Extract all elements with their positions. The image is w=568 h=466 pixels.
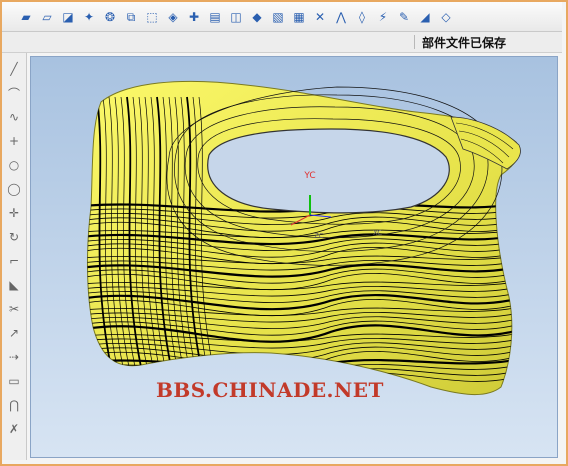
status-message: 部件文件已保存: [422, 36, 507, 50]
line-icon[interactable]: ╱: [6, 61, 22, 77]
law-extension-icon[interactable]: ✕: [312, 9, 328, 25]
spline-icon[interactable]: ∿: [6, 109, 22, 125]
offset-surface-icon[interactable]: ⧉: [123, 9, 139, 25]
status-bar: 部件文件已保存: [2, 32, 562, 53]
n-sided-surface-icon[interactable]: ◆: [249, 9, 265, 25]
extend-curve-icon[interactable]: ↗: [6, 325, 22, 341]
point-icon[interactable]: +: [6, 133, 22, 149]
face-analysis-icon[interactable]: ◇: [438, 9, 454, 25]
axis-label-xc: XC: [373, 229, 382, 237]
curve-toolbar: ╱ ⌒ ∿ + ○ ◯ ✛ ↻ ⌐ ◣ ✂ ↗ ⇢ ▭ ⋂ ✗: [2, 53, 27, 460]
sweep-icon[interactable]: ▰: [18, 9, 34, 25]
circle-icon[interactable]: ○: [6, 157, 22, 173]
sew-icon[interactable]: ◈: [165, 9, 181, 25]
section-icon[interactable]: ▤: [207, 9, 223, 25]
point-set-icon[interactable]: ✛: [6, 205, 22, 221]
bridge-icon[interactable]: ◫: [228, 9, 244, 25]
studio-surface-icon[interactable]: ▦: [291, 9, 307, 25]
offset-curve-icon[interactable]: ⇢: [6, 349, 22, 365]
chamfer-icon[interactable]: ◣: [6, 277, 22, 293]
extract-icon[interactable]: ✚: [186, 9, 202, 25]
status-separator: [414, 35, 415, 49]
curvature-icon[interactable]: ✎: [396, 9, 412, 25]
highlight-lines-icon[interactable]: ◢: [417, 9, 433, 25]
rotate-view-icon[interactable]: ↻: [6, 229, 22, 245]
handle-opening: [207, 128, 450, 214]
trim-body-icon[interactable]: ⬚: [144, 9, 160, 25]
styled-blend-icon[interactable]: ◊: [354, 9, 370, 25]
variational-sweep-icon[interactable]: ✦: [81, 9, 97, 25]
arc-icon[interactable]: ⌒: [6, 85, 22, 101]
silhouette-flange-icon[interactable]: ⋀: [333, 9, 349, 25]
intersect-curve-icon[interactable]: ✗: [6, 421, 22, 437]
axis-label-yc: YC: [303, 171, 315, 181]
fillet-icon[interactable]: ⌐: [6, 253, 22, 269]
swept-surface-icon[interactable]: ▱: [39, 9, 55, 25]
watermark: BBS.CHINADE.NET: [156, 378, 384, 402]
reflection-analysis-icon[interactable]: ⚡: [375, 9, 391, 25]
through-curves-icon[interactable]: ▧: [270, 9, 286, 25]
ruled-surface-icon[interactable]: ◪: [60, 9, 76, 25]
ellipse-icon[interactable]: ◯: [6, 181, 22, 197]
trim-curve-icon[interactable]: ✂: [6, 301, 22, 317]
surface-toolbar: ▰ ▱ ◪ ✦ ❂ ⧉ ⬚ ◈ ✚ ▤ ◫ ◆ ▧ ▦ ✕ ⋀ ◊ ⚡ ✎ ◢ ◇: [2, 2, 562, 32]
blend-icon[interactable]: ❂: [102, 9, 118, 25]
project-curve-icon[interactable]: ▭: [6, 373, 22, 389]
axis-label-zc: ZC: [314, 232, 324, 240]
bridge-curve-icon[interactable]: ⋂: [6, 397, 22, 413]
